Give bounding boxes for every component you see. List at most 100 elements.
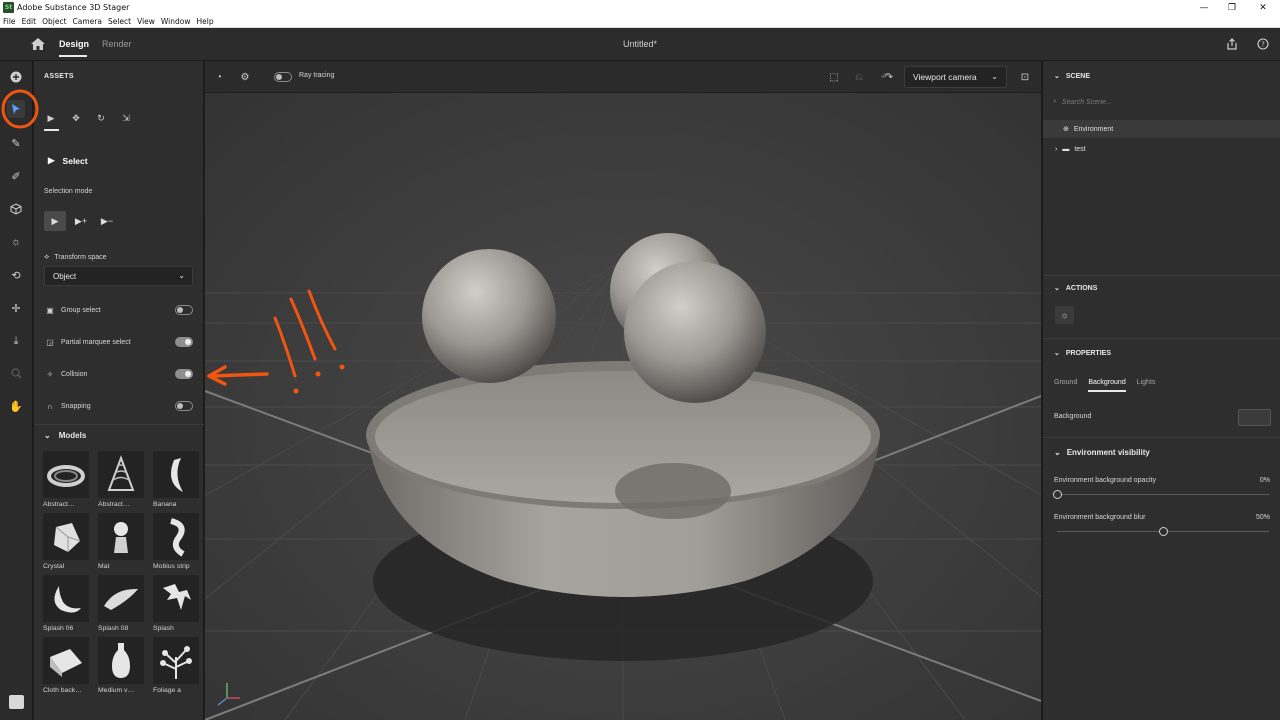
- select-move-icon[interactable]: ✥: [69, 111, 83, 125]
- zoom-icon[interactable]: [7, 364, 25, 382]
- scene-settings-icon[interactable]: ⚙: [238, 70, 252, 84]
- tab-background[interactable]: Background: [1088, 379, 1126, 392]
- model-tile[interactable]: Splash 06: [43, 575, 89, 637]
- camera-prev-icon[interactable]: ⎌: [852, 70, 866, 84]
- performance-gauge-icon[interactable]: ◔: [212, 70, 226, 84]
- select-rotate-icon[interactable]: ↻: [94, 111, 108, 125]
- magnet-icon: ∩: [47, 401, 53, 411]
- menu-select[interactable]: Select: [105, 17, 134, 26]
- properties-section-header[interactable]: ⌄ PROPERTIES: [1054, 349, 1111, 358]
- section-divider: [1043, 338, 1280, 339]
- eyedropper-icon[interactable]: ✐: [7, 167, 25, 185]
- tab-lights[interactable]: Lights: [1137, 379, 1156, 392]
- model-thumbnail: [153, 637, 199, 684]
- group-select-toggle[interactable]: [175, 305, 193, 315]
- help-icon[interactable]: ?: [1256, 37, 1270, 51]
- menu-help[interactable]: Help: [194, 17, 217, 26]
- close-button[interactable]: ✕: [1246, 0, 1280, 15]
- share-icon[interactable]: [1225, 37, 1239, 51]
- menu-file[interactable]: File: [0, 17, 19, 26]
- model-thumbnail: [153, 451, 199, 498]
- scene-search-input[interactable]: Search Scene...: [1062, 99, 1112, 106]
- menu-window[interactable]: Window: [158, 17, 194, 26]
- model-name: Foliage a: [153, 687, 181, 694]
- transform-icon[interactable]: ✛: [7, 299, 25, 317]
- tree-item-test[interactable]: › ▬ test: [1055, 146, 1086, 153]
- collision-toggle[interactable]: [175, 369, 193, 379]
- camera-bookmark-icon[interactable]: ⬚: [827, 70, 841, 84]
- model-tile[interactable]: Cloth back…: [43, 637, 89, 699]
- model-name: Banana: [153, 501, 177, 508]
- model-name: Mat: [98, 563, 110, 570]
- menu-object[interactable]: Object: [39, 17, 69, 26]
- tab-design-underline: [59, 55, 87, 57]
- document-title: Untitled*: [622, 39, 658, 49]
- model-tile[interactable]: Mat: [98, 513, 144, 575]
- library-icon[interactable]: [9, 695, 24, 709]
- blur-slider-knob[interactable]: [1158, 527, 1168, 536]
- add-icon[interactable]: [7, 68, 25, 86]
- cube-icon[interactable]: [7, 200, 25, 218]
- model-name: Medium v…: [98, 687, 135, 694]
- viewport-camera-dropdown[interactable]: Viewport camera ⌄: [904, 66, 1007, 88]
- light-action-icon[interactable]: ☼: [1055, 306, 1074, 324]
- redo-camera-icon[interactable]: ↷: [882, 70, 896, 84]
- env-visibility-header[interactable]: ⌄ Environment visibility: [1054, 448, 1150, 457]
- models-section-header[interactable]: ⌄ Models: [34, 424, 204, 446]
- light-icon[interactable]: ☼: [7, 233, 25, 251]
- globe-icon: ⊕: [1063, 126, 1069, 133]
- selection-mode-add-icon[interactable]: ▶+: [70, 211, 92, 231]
- ray-tracing-toggle[interactable]: [274, 72, 292, 82]
- tree-item-environment[interactable]: ⊕ Environment: [1063, 125, 1113, 134]
- physics-icon[interactable]: ⟲: [7, 266, 25, 284]
- annotation-circle: [1, 89, 39, 129]
- model-tile[interactable]: Splash: [153, 575, 199, 637]
- tab-design[interactable]: Design: [59, 39, 89, 49]
- svg-text:?: ?: [1261, 41, 1265, 49]
- selection-mode-subtract-icon[interactable]: ▶−: [96, 211, 118, 231]
- model-tile[interactable]: Splash 08: [98, 575, 144, 637]
- viewport[interactable]: ◔ ⚙ Ray tracing ⬚ ⎌ ↶ ↷ Viewport camera …: [205, 61, 1041, 720]
- opacity-slider-track[interactable]: [1057, 494, 1269, 495]
- menu-edit[interactable]: Edit: [19, 17, 40, 26]
- background-color-swatch[interactable]: [1238, 409, 1271, 426]
- model-tile[interactable]: Abstract…: [43, 451, 89, 513]
- magic-wand-icon[interactable]: ✎: [7, 134, 25, 152]
- add-camera-icon[interactable]: ⊡: [1018, 70, 1032, 84]
- selection-mode-single-icon[interactable]: ▶: [44, 211, 66, 231]
- model-tile[interactable]: Crystal: [43, 513, 89, 575]
- pan-hand-icon[interactable]: ✋: [7, 397, 25, 415]
- maximize-button[interactable]: ❐: [1215, 0, 1249, 15]
- background-label: Background: [1054, 413, 1092, 420]
- blur-label: Environment background blur: [1054, 514, 1146, 521]
- partial-marquee-toggle[interactable]: [175, 337, 193, 347]
- actions-section-header[interactable]: ⌄ ACTIONS: [1054, 284, 1097, 293]
- sphere-front[interactable]: [624, 261, 766, 403]
- select-pointer-icon[interactable]: ▶: [44, 111, 58, 125]
- menu-view[interactable]: View: [134, 17, 158, 26]
- blur-value: 50%: [1255, 514, 1270, 521]
- opacity-slider-knob[interactable]: [1052, 490, 1062, 499]
- app-header: Design Render Untitled* ?: [0, 28, 1280, 61]
- home-icon[interactable]: [31, 38, 45, 50]
- opacity-label: Environment background opacity: [1054, 477, 1156, 484]
- model-tile[interactable]: Medium v…: [98, 637, 144, 699]
- model-tile[interactable]: Mobius strip: [153, 513, 199, 575]
- scene-search[interactable]: ⌕ Search Scene...: [1053, 98, 1112, 106]
- tab-render[interactable]: Render: [102, 39, 132, 49]
- snapping-toggle[interactable]: [175, 401, 193, 411]
- menu-camera[interactable]: Camera: [70, 17, 105, 26]
- tool-heading-label: Select: [62, 155, 88, 166]
- sphere-left[interactable]: [422, 249, 556, 383]
- model-tile[interactable]: Abstract…: [98, 451, 144, 513]
- tab-ground[interactable]: Ground: [1054, 379, 1077, 392]
- tool-heading: ▶ Select: [48, 155, 88, 166]
- transform-space-dropdown[interactable]: Object ⌄: [44, 266, 193, 286]
- select-scale-icon[interactable]: ⇲: [119, 111, 133, 125]
- model-tile[interactable]: Foliage a: [153, 637, 199, 699]
- drop-to-floor-icon[interactable]: ⤓: [7, 332, 25, 350]
- transform-space-row: ⟡ Transform space: [44, 252, 107, 262]
- scene-section-header[interactable]: ⌄ SCENE: [1054, 72, 1090, 81]
- model-tile[interactable]: Banana: [153, 451, 199, 513]
- window-titlebar: St Adobe Substance 3D Stager — ❐ ✕: [0, 0, 1280, 15]
